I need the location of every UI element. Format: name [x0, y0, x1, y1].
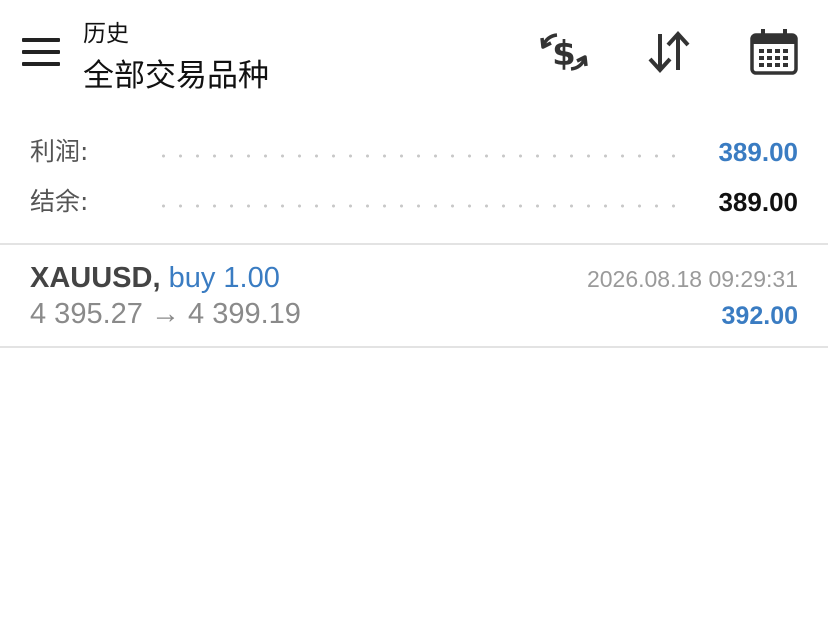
balance-value: 389.00 — [718, 187, 798, 217]
sort-icon[interactable] — [643, 26, 695, 78]
deal-profit: 392.00 — [721, 302, 798, 330]
divider — [0, 243, 828, 245]
calendar-icon[interactable] — [748, 26, 800, 78]
menu-icon[interactable] — [22, 38, 60, 66]
profit-label: 利润: — [30, 137, 89, 166]
dotted-leader — [155, 154, 688, 158]
profit-row: 利润: 389.00 — [0, 132, 828, 172]
open-price: 4 395.27 — [30, 298, 143, 330]
close-price: 4 399.19 — [188, 298, 301, 330]
deal-title: XAUUSD, buy 1.00 — [30, 262, 280, 295]
deal-time: 2026.08.18 09:29:31 — [586, 266, 798, 292]
deal-symbol: XAUUSD, — [30, 262, 161, 294]
profit-value: 389.00 — [718, 137, 798, 167]
deal-prices: 4 395.27 → 4 399.19 — [30, 298, 301, 331]
arrow-icon: → — [150, 298, 180, 330]
balance-row: 结余: 389.00 — [0, 182, 828, 222]
dotted-leader — [155, 204, 688, 208]
balance-label: 结余: — [30, 187, 89, 216]
symbol-filter[interactable]: 全部交易品种 — [83, 50, 269, 95]
page-title: 历史 — [83, 21, 129, 47]
deal-side: buy 1.00 — [168, 262, 280, 294]
divider — [0, 346, 828, 348]
top-bar: 历史 全部交易品种 $ — [0, 0, 828, 110]
currency-exchange-icon[interactable]: $ — [538, 26, 590, 78]
deal-row[interactable]: XAUUSD, buy 1.00 4 395.27 → 4 399.19 202… — [0, 246, 828, 346]
